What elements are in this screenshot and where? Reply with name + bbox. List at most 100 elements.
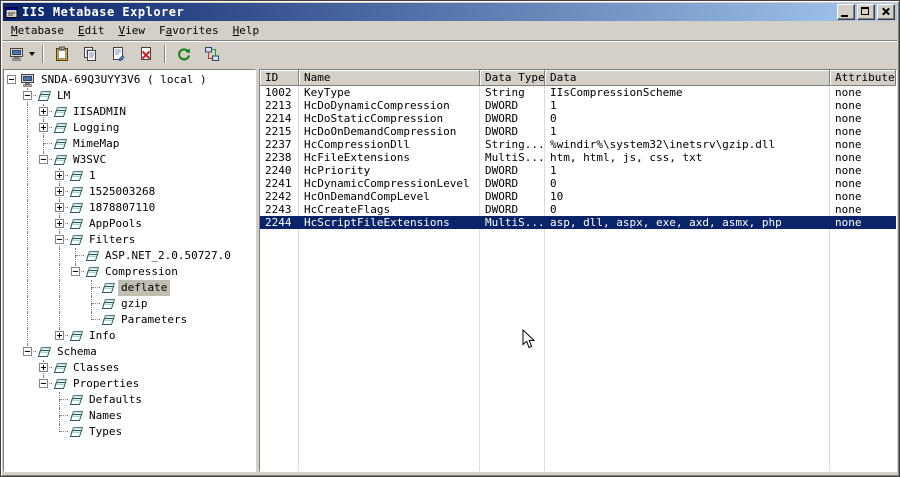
collapse-minus-box[interactable] <box>55 235 64 244</box>
tree-node-logging[interactable]: Logging <box>4 120 255 136</box>
edit-record-button[interactable] <box>104 42 132 66</box>
tree-node-label: Info <box>89 329 116 342</box>
expand-plus-box[interactable] <box>55 203 64 212</box>
list-cell: 0 <box>550 203 557 216</box>
list-cell: HcFileExtensions <box>304 151 410 164</box>
maximize-button[interactable] <box>857 4 875 20</box>
list-row-2214[interactable]: 2214 HcDoStaticCompression DWORD 0 none <box>260 112 896 125</box>
paste-button[interactable] <box>48 42 76 66</box>
tree-node-mimemap[interactable]: MimeMap <box>4 136 255 152</box>
tree-node-schema[interactable]: Schema <box>4 344 255 360</box>
metabase-key-icon <box>68 328 84 344</box>
list-cell: none <box>835 99 862 112</box>
tree-node-types[interactable]: Types <box>4 424 255 440</box>
close-button[interactable] <box>877 4 895 20</box>
tree-node-defaults[interactable]: Defaults <box>4 392 255 408</box>
metabase-key-icon <box>52 136 68 152</box>
tree-node-apppools[interactable]: AppPools <box>4 216 255 232</box>
list-view: ID Name Data Type Data Attributes 1002 KeyTyp… <box>259 69 897 472</box>
metabase-key-icon <box>52 104 68 120</box>
expand-plus-box[interactable] <box>55 171 64 180</box>
menu-help[interactable]: Help <box>226 22 267 40</box>
collapse-minus-box[interactable] <box>71 267 80 276</box>
menu-view[interactable]: View <box>111 22 152 40</box>
list-row-2243[interactable]: 2243 HcCreateFlags DWORD 0 none <box>260 203 896 216</box>
list-row-2240[interactable]: 2240 HcPriority DWORD 1 none <box>260 164 896 177</box>
tree-node-filters[interactable]: Filters <box>4 232 255 248</box>
minimize-button[interactable] <box>837 4 855 20</box>
tree-node-w3svc[interactable]: W3SVC <box>4 152 255 168</box>
copy-button[interactable] <box>76 42 104 66</box>
collapse-minus-box[interactable] <box>39 379 48 388</box>
list-row-2238[interactable]: 2238 HcFileExtensions MultiS... htm, html, … <box>260 151 896 164</box>
list-row-2241[interactable]: 2241 HcDynamicCompressionLevel DWORD 0 none <box>260 177 896 190</box>
metabase-key-icon <box>100 296 116 312</box>
collapse-minus-box[interactable] <box>7 75 16 84</box>
list-row-1002[interactable]: 1002 KeyType String IIsCompressionScheme non… <box>260 86 896 99</box>
menu-favorites[interactable]: Favorites <box>152 22 226 40</box>
expand-plus-box[interactable] <box>55 219 64 228</box>
metabase-key-icon <box>68 200 84 216</box>
expand-plus-box[interactable] <box>39 363 48 372</box>
collapse-minus-box[interactable] <box>39 155 48 164</box>
expand-plus-box[interactable] <box>39 123 48 132</box>
list-row-2215[interactable]: 2215 HcDoOnDemandCompression DWORD 1 none <box>260 125 896 138</box>
title-bar[interactable]: IIS Metabase Explorer <box>3 3 897 21</box>
list-cell: htm, html, js, css, txt <box>550 151 703 164</box>
list-header: ID Name Data Type Data Attributes <box>260 70 896 86</box>
list-cell: 10 <box>550 190 564 203</box>
list-cell: HcDoOnDemandCompression <box>304 125 457 138</box>
tree-node-label: Classes <box>73 361 120 374</box>
metabase-key-icon <box>68 408 84 424</box>
column-header-id[interactable]: ID <box>260 70 299 86</box>
connect-button[interactable] <box>6 42 38 66</box>
tree-node-label: gzip <box>121 297 148 310</box>
collapse-minus-box[interactable] <box>23 91 32 100</box>
list-row-2213[interactable]: 2213 HcDoDynamicCompression DWORD 1 none <box>260 99 896 112</box>
expand-plus-box[interactable] <box>55 187 64 196</box>
tree-node-1[interactable]: 1 <box>4 168 255 184</box>
list-row-2242[interactable]: 2242 HcOnDemandCompLevel DWORD 10 none <box>260 190 896 203</box>
tree-node-compression[interactable]: Compression <box>4 264 255 280</box>
tree-node-asp-net-2-0-50727-0[interactable]: ASP.NET_2.0.50727.0 <box>4 248 255 264</box>
column-header-name[interactable]: Name <box>299 70 480 86</box>
list-cell: none <box>835 112 862 125</box>
tree-node-iisadmin[interactable]: IISADMIN <box>4 104 255 120</box>
tree-node-properties[interactable]: Properties <box>4 376 255 392</box>
metabase-key-icon <box>52 360 68 376</box>
list-cell: MultiS... <box>485 216 545 229</box>
column-header-attributes[interactable]: Attributes <box>830 70 896 86</box>
menu-metabase[interactable]: Metabase <box>4 22 71 40</box>
column-header-data[interactable]: Data <box>545 70 830 86</box>
list-cell: DWORD <box>485 190 519 203</box>
tree-node-parameters[interactable]: Parameters <box>4 312 255 328</box>
metabase-key-icon <box>68 184 84 200</box>
tree-node-lm[interactable]: LM <box>4 88 255 104</box>
list-cell: 2237 <box>265 138 292 151</box>
expand-plus-box[interactable] <box>39 107 48 116</box>
list-cell: String... <box>485 138 545 151</box>
tree-node-deflate[interactable]: deflate <box>4 280 255 296</box>
metabase-key-icon <box>100 280 116 296</box>
column-header-data-type[interactable]: Data Type <box>480 70 545 86</box>
refresh-button[interactable] <box>170 42 198 66</box>
collapse-minus-box[interactable] <box>23 347 32 356</box>
tree-node-1878807110[interactable]: 1878807110 <box>4 200 255 216</box>
tree-node-gzip[interactable]: gzip <box>4 296 255 312</box>
tree-node-snda-69q3uyy3v6-local[interactable]: SNDA-69Q3UYY3V6 ( local ) <box>4 72 255 88</box>
tree-node-classes[interactable]: Classes <box>4 360 255 376</box>
tree-node-1525003268[interactable]: 1525003268 <box>4 184 255 200</box>
list-row-2237[interactable]: 2237 HcCompressionDll String... %windir%\sy… <box>260 138 896 151</box>
menu-edit[interactable]: Edit <box>71 22 112 40</box>
list-row-2244[interactable]: 2244 HcScriptFileExtensions MultiS... asp, … <box>260 216 896 229</box>
tree-node-label: Compression <box>105 265 178 278</box>
list-cell: 1 <box>550 125 557 138</box>
tree-node-info[interactable]: Info <box>4 328 255 344</box>
list-cell: 2238 <box>265 151 292 164</box>
delete-button[interactable] <box>132 42 160 66</box>
network-button[interactable] <box>198 42 226 66</box>
tree-node-label: Properties <box>73 377 140 390</box>
expand-plus-box[interactable] <box>55 331 64 340</box>
tree-node-names[interactable]: Names <box>4 408 255 424</box>
network-icon <box>204 46 220 62</box>
